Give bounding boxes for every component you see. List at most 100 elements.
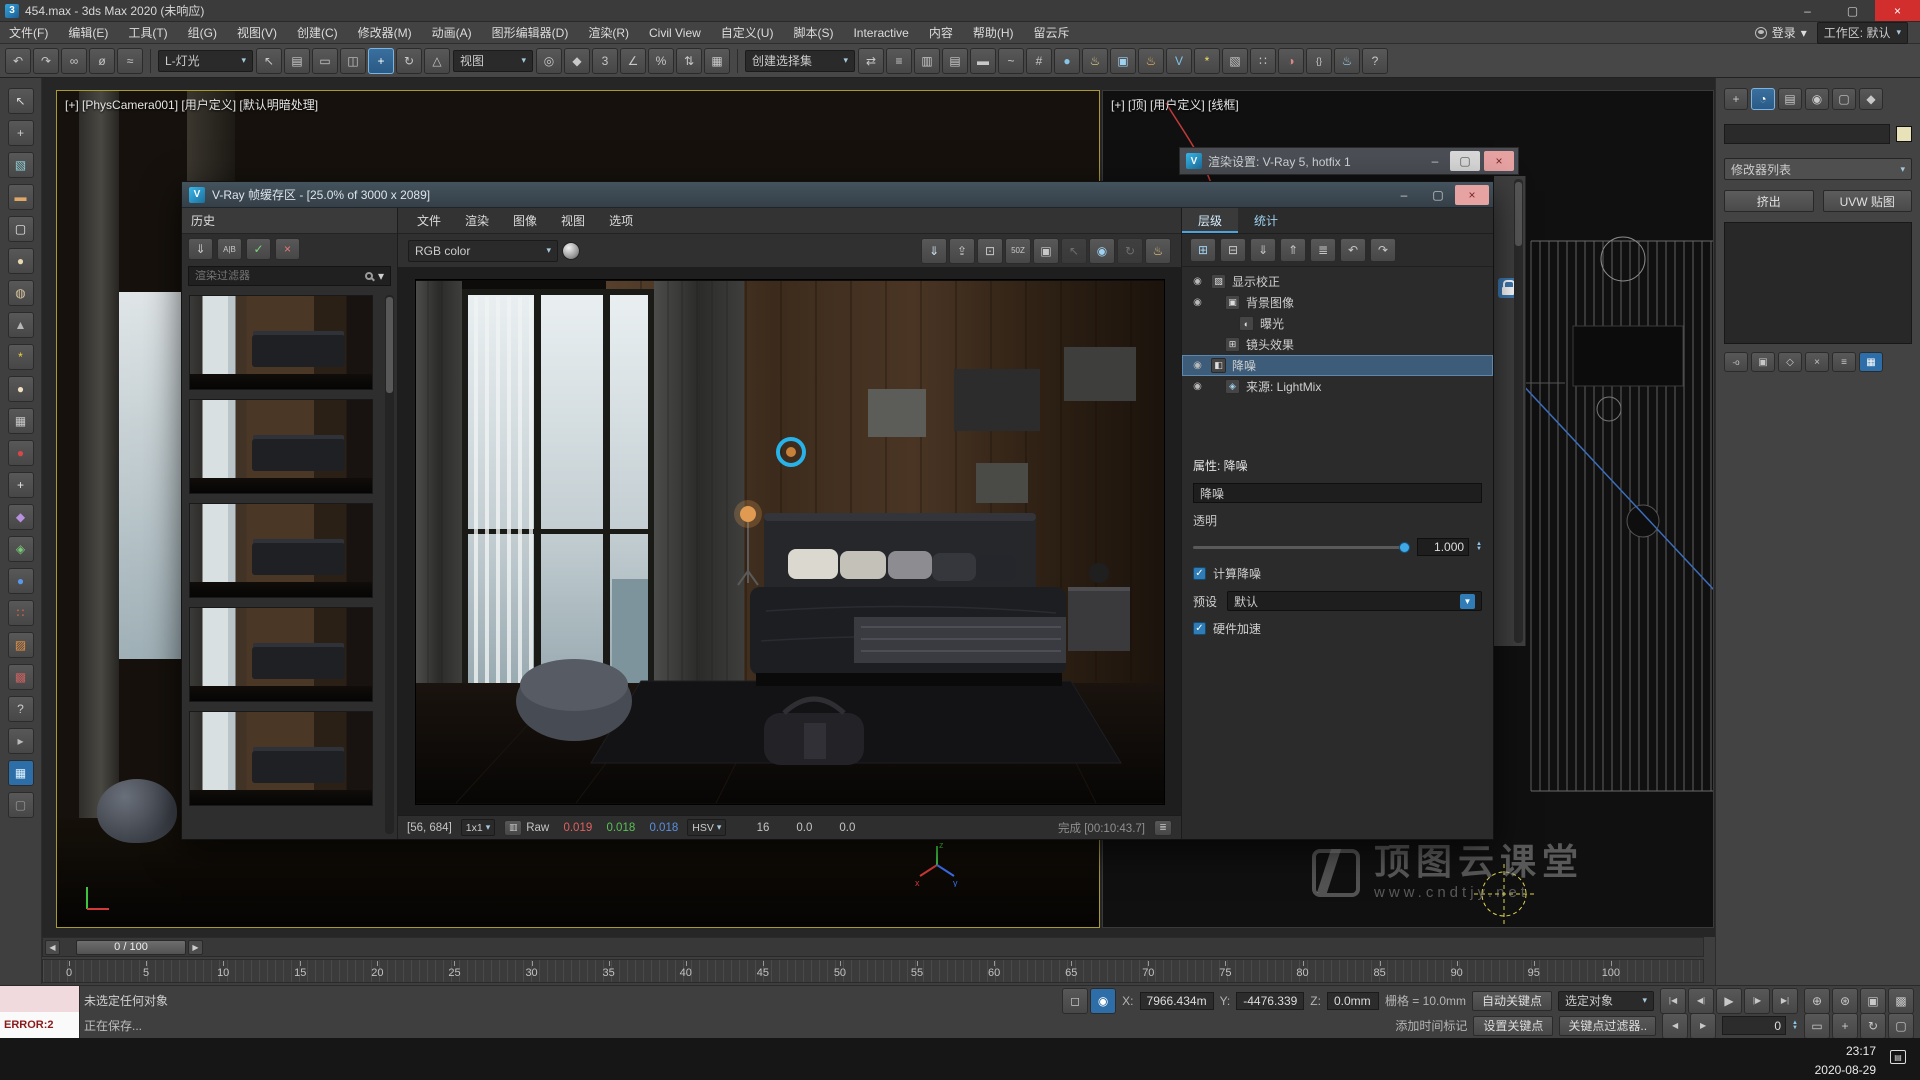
opacity-slider[interactable]: 1.000 ▲▼: [1193, 538, 1482, 556]
hardware-accel-checkbox[interactable]: ✓ 硬件加速: [1193, 620, 1482, 637]
spinner-icon[interactable]: ▲▼: [1792, 1021, 1798, 1031]
remove-modifier-icon[interactable]: ×: [1805, 352, 1829, 372]
remove-history-icon[interactable]: ×: [275, 238, 300, 260]
render-image[interactable]: [398, 268, 1181, 815]
time-slider[interactable]: ◀ 0 / 100 ▶: [42, 937, 1704, 957]
render-last-icon[interactable]: ♨: [1145, 238, 1171, 264]
motion-tab-icon[interactable]: ◉: [1805, 88, 1829, 110]
channel-dropdown[interactable]: RGB color ▾: [408, 240, 558, 262]
layer-row-denoiser[interactable]: ◉ ◧ 降噪: [1182, 355, 1493, 376]
track-mouse-icon[interactable]: ↖: [1061, 238, 1087, 264]
stats-icon[interactable]: ≣: [1154, 820, 1172, 836]
layer-manager-icon[interactable]: ▧: [1222, 48, 1248, 74]
spinner-snap-icon[interactable]: ⇅: [676, 48, 702, 74]
checker-map-icon[interactable]: ▦: [8, 408, 34, 434]
menu-item-16[interactable]: 留云斥: [1025, 22, 1079, 44]
expand-toolbar-icon[interactable]: ▸: [8, 728, 34, 754]
add-time-tag[interactable]: 添加时间标记: [1395, 1017, 1467, 1034]
time-step-forward-button[interactable]: ▶: [188, 940, 203, 955]
blue-sphere-icon[interactable]: ●: [8, 568, 34, 594]
zoom-extents-icon[interactable]: ▣: [1860, 988, 1886, 1014]
mirror-icon[interactable]: ⇄: [858, 48, 884, 74]
menu-item-12[interactable]: 脚本(S): [784, 22, 842, 44]
layer-row-display-correction[interactable]: ◉ ▧ 显示校正: [1182, 271, 1493, 292]
raw-toggle[interactable]: ▥ Raw: [504, 820, 549, 836]
menu-item-14[interactable]: 内容: [920, 22, 962, 44]
orbit-icon[interactable]: ↻: [1860, 1013, 1886, 1039]
undo-icon[interactable]: ↶: [5, 48, 31, 74]
history-scrollbar[interactable]: [385, 295, 394, 834]
slider-track[interactable]: [1193, 546, 1410, 549]
angle-snap-icon[interactable]: ∠: [620, 48, 646, 74]
maximize-button[interactable]: ▢: [1421, 185, 1455, 205]
array-tool-icon[interactable]: ∷: [1250, 48, 1276, 74]
box-primitive-icon[interactable]: ▧: [8, 152, 34, 178]
gradient-box-icon[interactable]: ▨: [8, 632, 34, 658]
modify-tab-icon[interactable]: ◔: [1751, 88, 1775, 110]
menu-item-15[interactable]: 帮助(H): [964, 22, 1023, 44]
menu-item-7[interactable]: 动画(A): [423, 22, 481, 44]
modifier-list-dropdown[interactable]: 修改器列表 ▾: [1724, 158, 1912, 180]
create-tab-icon[interactable]: +: [1724, 88, 1748, 110]
visibility-eye-icon[interactable]: ◉: [1190, 381, 1205, 392]
make-unique-icon[interactable]: ◇: [1778, 352, 1802, 372]
auto-key-button[interactable]: 自动关键点: [1472, 991, 1552, 1011]
select-and-scale-icon[interactable]: △: [424, 48, 450, 74]
sky-sphere-icon[interactable]: ●: [8, 376, 34, 402]
maximize-button[interactable]: ▢: [1450, 151, 1480, 171]
render-production-icon[interactable]: ♨: [1138, 48, 1164, 74]
corner-edit-icon[interactable]: ▦: [1859, 352, 1883, 372]
sunlight-icon[interactable]: *: [8, 344, 34, 370]
menu-item-13[interactable]: Interactive: [844, 22, 917, 44]
sphere-primitive-icon[interactable]: ●: [8, 248, 34, 274]
select-object-icon[interactable]: ↖: [256, 48, 282, 74]
select-tool-icon[interactable]: ↖: [8, 88, 34, 114]
key-step-back-icon[interactable]: ◀: [1662, 1013, 1688, 1039]
viewport-camera-label[interactable]: [+] [PhysCamera001] [用户定义] [默认明暗处理]: [65, 96, 318, 113]
add-layer-icon[interactable]: ⊞: [1190, 238, 1216, 262]
viewport-layout-icon[interactable]: ▦: [8, 760, 34, 786]
purple-tool-icon[interactable]: ◆: [8, 504, 34, 530]
percent-snap-icon[interactable]: %: [648, 48, 674, 74]
multi-dots-icon[interactable]: ∷: [8, 600, 34, 626]
z-coordinate-field[interactable]: 0.0mm: [1327, 992, 1379, 1010]
history-thumbnail-2[interactable]: [189, 399, 373, 494]
display-tab-icon[interactable]: ▢: [1832, 88, 1856, 110]
key-filters-button[interactable]: 关键点过滤器..: [1559, 1016, 1656, 1036]
menu-item-8[interactable]: 图形编辑器(D): [483, 22, 578, 44]
loop-render-icon[interactable]: ↻: [1117, 238, 1143, 264]
maxscript-mini-listener[interactable]: ERROR:2: [0, 986, 80, 1038]
minimize-button[interactable]: –: [1420, 151, 1450, 171]
y-coordinate-field[interactable]: -4476.339: [1236, 992, 1304, 1010]
light-lister-icon[interactable]: *: [1194, 48, 1220, 74]
history-thumbnail-3[interactable]: [189, 503, 373, 598]
show-end-result-icon[interactable]: ▣: [1751, 352, 1775, 372]
history-search-input[interactable]: [195, 270, 360, 282]
stamp-icon[interactable]: 50Z: [1005, 238, 1031, 264]
cone-primitive-icon[interactable]: ▲: [8, 312, 34, 338]
layer-row-lens-effects[interactable]: ◉ ⊞ 镜头效果: [1182, 334, 1493, 355]
redo-icon[interactable]: ↷: [33, 48, 59, 74]
selection-filter-dropdown[interactable]: L-灯光 ▾: [158, 50, 253, 72]
script-listener-icon[interactable]: {}: [1306, 48, 1332, 74]
unlink-selection-icon[interactable]: ø: [89, 48, 115, 74]
current-frame-field[interactable]: 0: [1722, 1016, 1786, 1035]
save-to-history-icon[interactable]: ⇓: [188, 238, 213, 260]
color-mode-dropdown[interactable]: HSV ▾: [687, 819, 726, 836]
material-editor-icon[interactable]: ●: [1054, 48, 1080, 74]
reference-coordsys-dropdown[interactable]: 视图 ▾: [453, 50, 533, 72]
toggle-scene-explorer-icon[interactable]: ▥: [914, 48, 940, 74]
selection-lock-icon[interactable]: ◉: [1090, 988, 1116, 1014]
display-correction-sphere-icon[interactable]: [562, 242, 580, 260]
menu-item-4[interactable]: 视图(V): [228, 22, 286, 44]
zoom-dropdown[interactable]: 1x1 ▾: [461, 819, 495, 836]
set-a-image-icon[interactable]: ✓: [246, 238, 271, 260]
use-pivot-center-icon[interactable]: ◎: [536, 48, 562, 74]
align-icon[interactable]: ≡: [886, 48, 912, 74]
modifier-extrude-button[interactable]: 挤出: [1724, 190, 1814, 212]
menu-item-5[interactable]: 创建(C): [288, 22, 347, 44]
previous-frame-icon[interactable]: ◀|: [1688, 988, 1714, 1014]
preset-dropdown[interactable]: 默认 ▼: [1227, 591, 1482, 611]
menu-item-1[interactable]: 编辑(E): [59, 22, 117, 44]
vray-toolbar-icon[interactable]: V: [1166, 48, 1192, 74]
